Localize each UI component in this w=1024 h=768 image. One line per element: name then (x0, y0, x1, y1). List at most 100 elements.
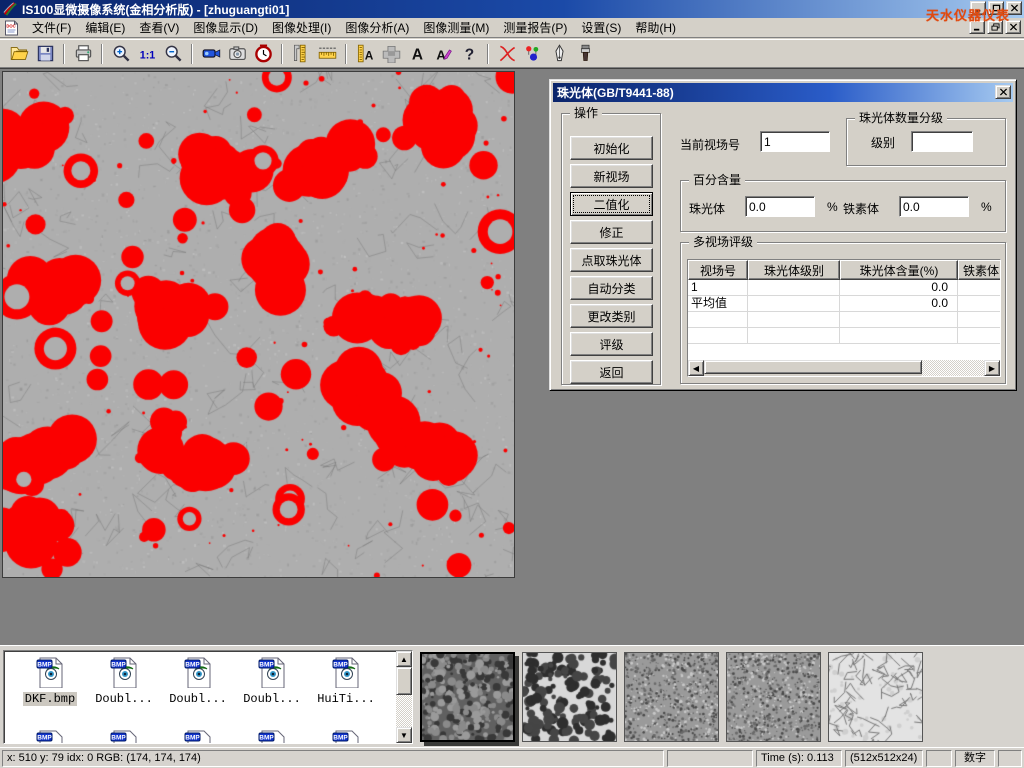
text-edit-icon: A (434, 44, 453, 63)
pick-pearlite-button[interactable]: 点取珠光体 (570, 248, 653, 272)
binarize-button[interactable]: 二值化 (570, 192, 653, 216)
zoom-out-icon (164, 44, 183, 63)
file-item[interactable]: BMP HuiTi... (310, 656, 382, 706)
timer-clock-button[interactable] (250, 42, 276, 66)
menu-view[interactable]: 查看(V) (132, 17, 186, 38)
new-field-button[interactable]: 新视场 (570, 164, 653, 188)
curve-tool-button[interactable] (494, 42, 520, 66)
file-name[interactable]: DKF.bmp (23, 692, 77, 706)
save-button[interactable] (32, 42, 58, 66)
pen-nib-icon (550, 44, 569, 63)
dialog-title-bar[interactable]: 珠光体(GB/T9441-88) (553, 83, 1013, 102)
menu-image-display[interactable]: 图像显示(D) (186, 17, 265, 38)
file-item[interactable]: BMP DKF.bmp (14, 656, 86, 706)
file-browser-scrollbar[interactable]: ▲ ▼ (396, 651, 412, 743)
scroll-right-arrow[interactable]: ▶ (984, 360, 1000, 376)
ruler-button[interactable] (314, 42, 340, 66)
menu-measure-report[interactable]: 测量报告(P) (496, 17, 574, 38)
scroll-down-arrow[interactable]: ▼ (396, 727, 412, 743)
ferrite-percent-input[interactable] (899, 196, 969, 217)
actual-size-icon: 1:1 (138, 44, 157, 63)
col-ferrite[interactable]: 铁素体 (958, 260, 1001, 280)
status-time: Time (s): 0.113 (756, 750, 842, 767)
metallograph-image[interactable] (2, 71, 515, 578)
col-field-number[interactable]: 视场号 (688, 260, 748, 280)
correct-button[interactable]: 修正 (570, 220, 653, 244)
file-item-partial[interactable]: BMP (310, 729, 382, 744)
zoom-in-button[interactable] (108, 42, 134, 66)
micrograph-thumbnail-3[interactable] (624, 652, 719, 742)
menu-help[interactable]: 帮助(H) (628, 17, 683, 38)
text-label-button[interactable]: A (404, 42, 430, 66)
pearlite-percent-input[interactable] (745, 196, 815, 217)
auto-classify-button[interactable]: 自动分类 (570, 276, 653, 300)
cell-ferrite (958, 280, 1001, 295)
video-capture-button[interactable] (198, 42, 224, 66)
document-system-menu-icon[interactable]: DOC (3, 20, 20, 36)
file-name[interactable]: Doubl... (167, 692, 229, 706)
table-row[interactable]: 1 0.0 (688, 280, 1000, 296)
menu-edit[interactable]: 编辑(E) (78, 17, 132, 38)
help-button[interactable]: ? (456, 42, 482, 66)
menu-image-analysis[interactable]: 图像分析(A) (338, 17, 416, 38)
text-label-icon: A (408, 44, 427, 63)
table-horizontal-scrollbar[interactable]: ◀ ▶ (688, 360, 1000, 376)
rate-button[interactable]: 评级 (570, 332, 653, 356)
file-name[interactable]: Doubl... (93, 692, 155, 706)
micrograph-thumbnail-4[interactable] (726, 652, 821, 742)
table-row-empty (688, 312, 1000, 328)
file-item-partial[interactable]: BMP (162, 729, 234, 744)
cell-pearlite: 0.0 (840, 296, 958, 311)
current-field-label: 当前视场号 (680, 136, 740, 153)
level-input[interactable] (911, 131, 973, 152)
open-file-button[interactable] (6, 42, 32, 66)
col-pearlite-content[interactable]: 珠光体含量(%) (840, 260, 958, 280)
micrograph-thumbnail-5[interactable] (828, 652, 923, 742)
return-button[interactable]: 返回 (570, 360, 653, 384)
print-button[interactable] (70, 42, 96, 66)
brush-button[interactable] (572, 42, 598, 66)
menu-settings[interactable]: 设置(S) (574, 17, 628, 38)
file-browser[interactable]: BMP DKF.bmp BMP Doubl... BMP Doubl... BM… (3, 650, 413, 744)
caliper-button[interactable] (288, 42, 314, 66)
multi-field-table[interactable]: 视场号 珠光体级别 珠光体含量(%) 铁素体 1 0.0 平均值 (687, 259, 1001, 377)
menu-image-processing[interactable]: 图像处理(I) (265, 17, 338, 38)
file-item-partial[interactable]: BMP (236, 729, 308, 744)
file-item[interactable]: BMP Doubl... (236, 656, 308, 706)
dialog-close-button[interactable] (995, 85, 1011, 99)
file-name[interactable]: HuiTi... (315, 692, 377, 706)
bmp-file-icon: BMP (108, 729, 140, 744)
scrollbar-thumb[interactable] (396, 667, 412, 695)
micrograph-thumbnail-1[interactable] (420, 652, 515, 742)
menu-image-measure[interactable]: 图像测量(M) (416, 17, 496, 38)
col-pearlite-grade[interactable]: 珠光体级别 (748, 260, 840, 280)
current-field-input[interactable] (760, 131, 830, 152)
file-name[interactable]: Doubl... (241, 692, 303, 706)
micrograph-thumbnail-2[interactable] (522, 652, 617, 742)
initialize-button[interactable]: 初始化 (570, 136, 653, 160)
svg-text:?: ? (464, 46, 473, 63)
file-item[interactable]: BMP Doubl... (88, 656, 160, 706)
camera-button[interactable] (224, 42, 250, 66)
zoom-out-button[interactable] (160, 42, 186, 66)
pen-nib-button[interactable] (546, 42, 572, 66)
actual-size-button[interactable]: 1:1 (134, 42, 160, 66)
text-edit-button[interactable]: A (430, 42, 456, 66)
bmp-file-icon: BMP (256, 656, 288, 688)
change-class-button[interactable]: 更改类别 (570, 304, 653, 328)
scrollbar-thumb[interactable] (704, 360, 922, 374)
bmp-file-icon: BMP (330, 729, 362, 744)
scrollbar-track[interactable] (922, 360, 984, 376)
scroll-left-arrow[interactable]: ◀ (688, 360, 704, 376)
scroll-up-arrow[interactable]: ▲ (396, 651, 412, 667)
table-row-empty (688, 328, 1000, 344)
measure-text-button[interactable]: A (352, 42, 378, 66)
table-row[interactable]: 平均值 0.0 (688, 296, 1000, 312)
file-item-partial[interactable]: BMP (14, 729, 86, 744)
svg-text:BMP: BMP (259, 735, 274, 742)
particle-classify-button[interactable] (520, 42, 546, 66)
grid-cross-button[interactable] (378, 42, 404, 66)
menu-file[interactable]: 文件(F) (25, 17, 78, 38)
file-item[interactable]: BMP Doubl... (162, 656, 234, 706)
file-item-partial[interactable]: BMP (88, 729, 160, 744)
